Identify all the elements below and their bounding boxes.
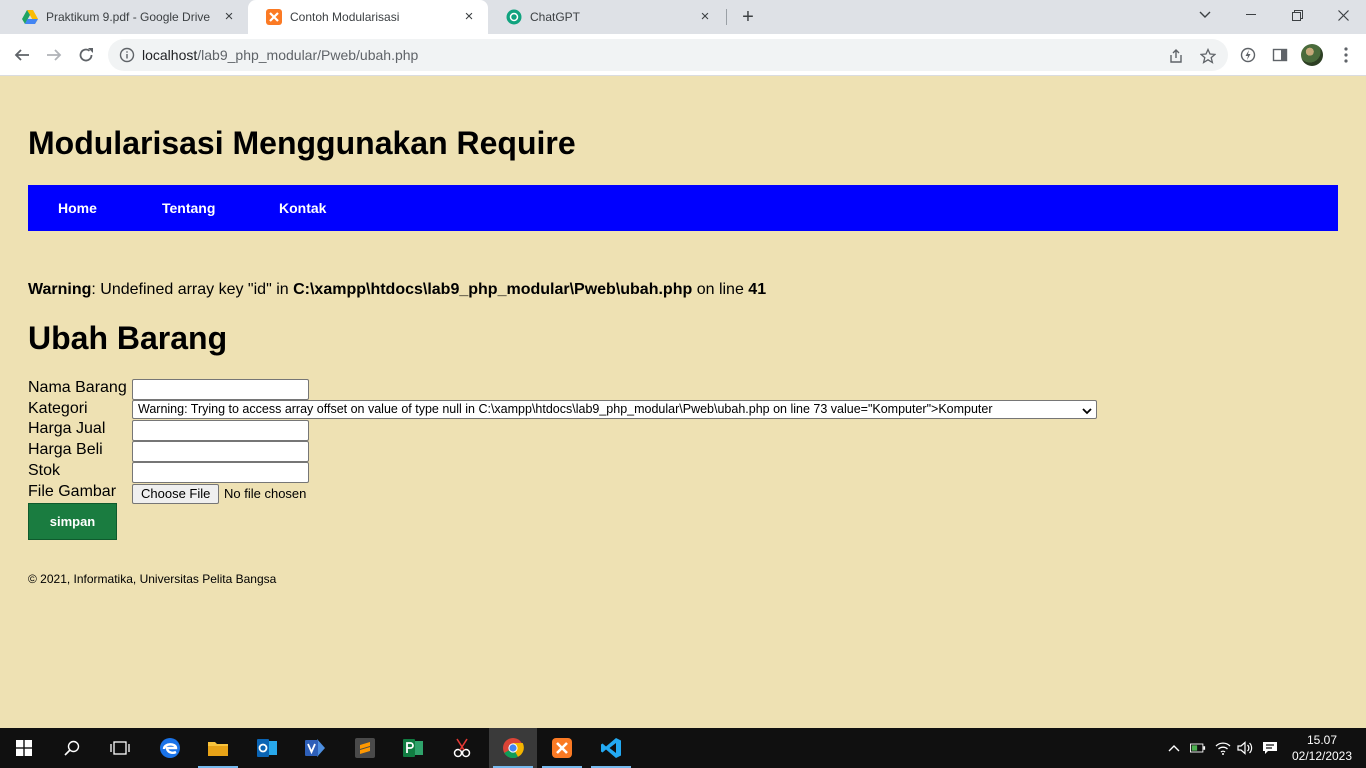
edge-icon[interactable] <box>146 728 194 768</box>
tab-title: Praktikum 9.pdf - Google Drive <box>46 10 211 24</box>
notification-icon[interactable] <box>1262 740 1278 756</box>
restore-button[interactable] <box>1274 0 1320 30</box>
tab-strip: Praktikum 9.pdf - Google Drive × Contoh … <box>0 0 1366 34</box>
share-icon[interactable] <box>1167 47 1185 65</box>
url-text: localhost/lab9_php_modular/Pweb/ubah.php <box>142 47 418 63</box>
tab-title: ChatGPT <box>530 10 581 24</box>
chatgpt-icon <box>506 9 522 25</box>
taskbar-clock[interactable]: 15.07 02/12/2023 <box>1286 732 1358 764</box>
bookmark-star-icon[interactable] <box>1199 47 1217 65</box>
forward-button[interactable] <box>40 41 68 69</box>
battery-icon[interactable] <box>1190 740 1206 756</box>
warning-line-number: 41 <box>748 281 767 298</box>
tab-google-drive[interactable]: Praktikum 9.pdf - Google Drive × <box>4 0 244 34</box>
sublime-text-icon[interactable] <box>341 728 389 768</box>
choose-file-button[interactable]: Choose File <box>132 484 220 504</box>
stok-label: Stok <box>28 462 61 479</box>
close-tab-icon[interactable]: × <box>222 9 236 24</box>
nama-barang-label: Nama Barang <box>28 379 127 396</box>
nav-kontak[interactable]: Kontak <box>279 200 326 216</box>
task-view-icon[interactable] <box>96 728 144 768</box>
windows-start-icon[interactable] <box>0 728 48 768</box>
extension-icon[interactable] <box>1234 41 1262 69</box>
minimize-button[interactable] <box>1228 0 1274 30</box>
stok-input[interactable] <box>132 462 309 483</box>
harga-jual-label: Harga Jual <box>28 420 106 437</box>
windows-taskbar: 15.07 02/12/2023 <box>0 728 1366 768</box>
snipping-tool-icon[interactable] <box>438 728 486 768</box>
kategori-selected-value: Warning: Trying to access array offset o… <box>138 402 993 416</box>
visio-icon[interactable] <box>291 728 339 768</box>
address-bar[interactable]: localhost/lab9_php_modular/Pweb/ubah.php <box>108 39 1228 71</box>
project-icon[interactable] <box>389 728 437 768</box>
side-panel-icon[interactable] <box>1266 41 1294 69</box>
xampp-taskbar-icon[interactable] <box>538 728 586 768</box>
section-title: Ubah Barang <box>28 320 228 356</box>
close-tab-icon[interactable]: × <box>462 9 476 24</box>
page-footer: © 2021, Informatika, Universitas Pelita … <box>28 572 277 586</box>
profile-avatar[interactable] <box>1301 44 1323 66</box>
outlook-icon[interactable] <box>243 728 291 768</box>
nav-tentang[interactable]: Tentang <box>162 200 215 216</box>
file-status: No file chosen <box>224 486 307 501</box>
tab-title: Contoh Modularisasi <box>290 10 400 24</box>
page-content: Modularisasi Menggunakan Require Home Te… <box>0 77 1366 728</box>
nav-home[interactable]: Home <box>58 200 97 216</box>
warning-label: Warning <box>28 281 92 298</box>
chevron-up-icon[interactable] <box>1166 740 1182 756</box>
file-explorer-icon[interactable] <box>194 728 242 768</box>
browser-toolbar: localhost/lab9_php_modular/Pweb/ubah.php <box>0 34 1366 76</box>
php-warning: Warning: Undefined array key "id" in C:\… <box>28 281 766 299</box>
harga-beli-input[interactable] <box>132 441 309 462</box>
kategori-select[interactable]: Warning: Trying to access array offset o… <box>132 400 1097 419</box>
search-icon[interactable] <box>48 728 96 768</box>
chrome-icon[interactable] <box>489 728 537 768</box>
new-tab-button[interactable]: + <box>736 6 760 28</box>
nama-barang-input[interactable] <box>132 379 309 400</box>
clock-time: 15.07 <box>1306 733 1338 747</box>
volume-icon[interactable] <box>1237 740 1253 756</box>
kategori-label: Kategori <box>28 400 88 417</box>
close-window-button[interactable] <box>1320 0 1366 30</box>
tab-contoh-modularisasi[interactable]: Contoh Modularisasi × <box>248 0 488 34</box>
wifi-icon[interactable] <box>1215 740 1231 756</box>
menu-dots-icon[interactable] <box>1332 41 1360 69</box>
close-tab-icon[interactable]: × <box>698 9 712 24</box>
vscode-icon[interactable] <box>587 728 635 768</box>
xampp-icon <box>266 9 282 25</box>
info-icon[interactable] <box>119 47 135 63</box>
reload-button[interactable] <box>72 41 100 69</box>
tab-search-icon[interactable] <box>1182 0 1228 30</box>
warning-file: C:\xampp\htdocs\lab9_php_modular\Pweb\ub… <box>293 281 693 298</box>
warning-on-line: on line <box>692 281 749 298</box>
chevron-down-icon <box>1082 404 1092 415</box>
url-host: localhost <box>142 47 198 63</box>
harga-beli-label: Harga Beli <box>28 441 103 458</box>
harga-jual-input[interactable] <box>132 420 309 441</box>
clock-date: 02/12/2023 <box>1291 749 1353 763</box>
warning-message: : Undefined array key "id" in <box>91 281 294 298</box>
google-drive-icon <box>22 9 38 25</box>
main-navbar: Home Tentang Kontak <box>28 185 1338 231</box>
back-button[interactable] <box>8 41 36 69</box>
page-title: Modularisasi Menggunakan Require <box>28 125 576 161</box>
simpan-button[interactable]: simpan <box>28 503 117 540</box>
tab-chatgpt[interactable]: ChatGPT × <box>488 0 724 34</box>
file-gambar-label: File Gambar <box>28 483 117 500</box>
tab-separator <box>726 9 727 25</box>
url-path: /lab9_php_modular/Pweb/ubah.php <box>197 47 419 63</box>
